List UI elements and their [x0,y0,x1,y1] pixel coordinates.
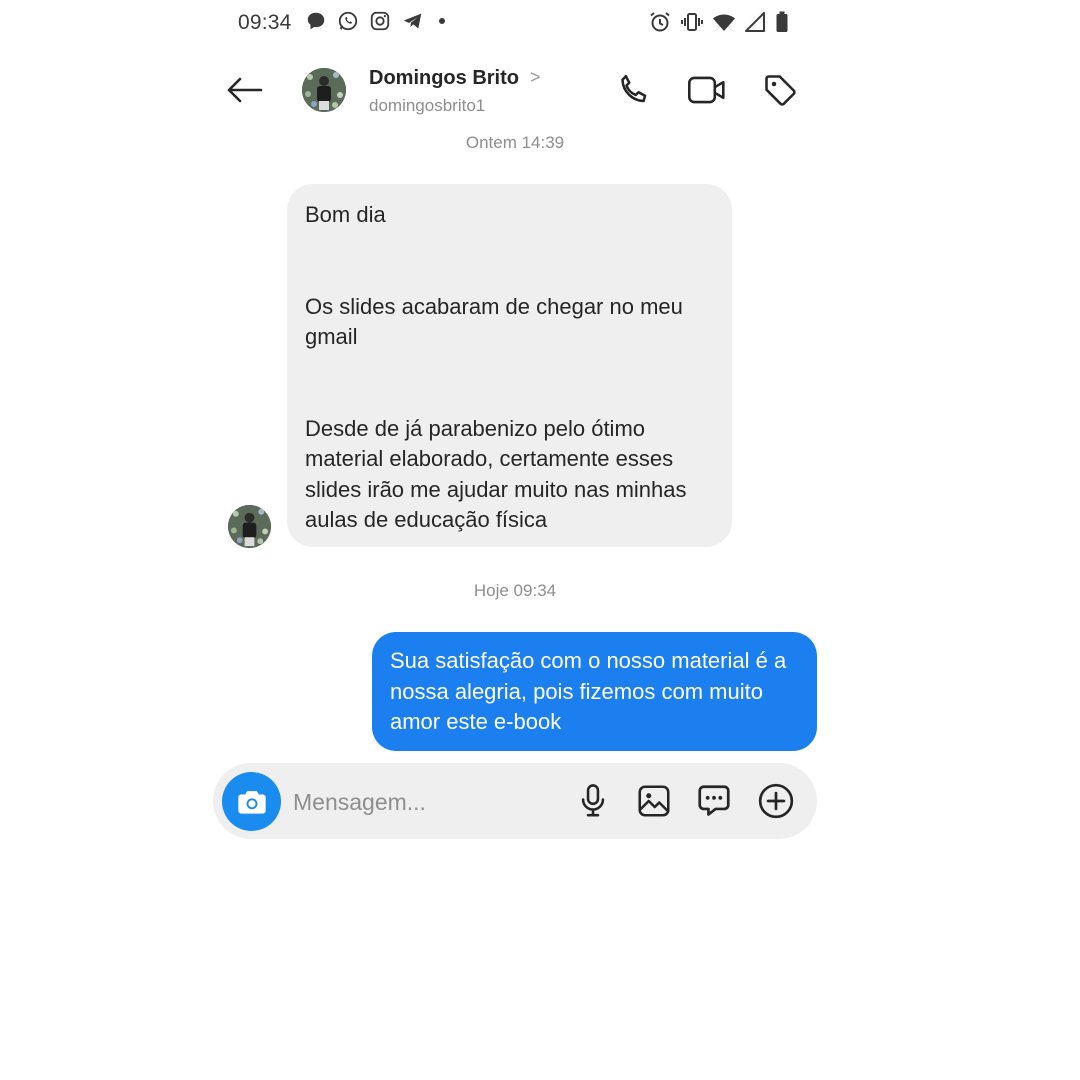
more-options-button[interactable] [754,779,798,823]
battery-icon [774,10,790,34]
contact-username: domingosbrito1 [369,96,486,115]
video-call-button[interactable] [683,66,731,114]
video-camera-icon [688,76,725,104]
signal-icon [744,10,766,34]
gallery-icon [638,785,670,817]
phone-icon [621,74,647,103]
avatar-image [302,68,346,112]
contact-name[interactable]: Domingos Brito [369,67,519,90]
status-notification-icons [305,10,449,32]
instagram-icon [369,10,391,32]
sent-message-bubble[interactable]: Sua satisfação com o nosso material é a … [372,632,817,751]
camera-button[interactable] [222,772,281,831]
timestamp-yesterday: Ontem 14:39 [465,133,565,152]
alarm-icon [648,10,672,34]
timestamp-today: Hoje 09:34 [473,581,557,600]
sticker-button[interactable] [692,779,736,823]
message-text: Os slides acabaram de chegar no meu gmai… [305,293,683,350]
received-message-bubble[interactable]: Bom dia Os slides acabaram de chegar no … [287,184,732,547]
arrow-left-icon [227,77,263,103]
status-system-icons [648,10,790,34]
camera-icon [237,790,266,814]
wifi-icon [712,10,736,34]
dot-icon [435,10,449,32]
gallery-button[interactable] [632,779,676,823]
telegram-icon [401,10,425,32]
status-time: 09:34 [238,11,292,34]
message-text: Desde de já parabenizo pelo ótimo materi… [305,415,687,533]
avatar-image [228,505,271,548]
chevron-right-icon[interactable]: > [530,67,541,88]
audio-call-button[interactable] [609,66,657,114]
microphone-icon [581,784,605,817]
chat-bubble-icon [305,10,327,32]
sticker-icon [698,785,730,816]
message-input[interactable] [293,783,553,821]
label-button[interactable] [756,66,804,114]
plus-icon [758,783,794,819]
sender-avatar[interactable] [228,505,271,548]
message-text: Sua satisfação com o nosso material é a … [390,648,787,734]
tag-icon [765,75,796,106]
back-button[interactable] [222,70,266,110]
voice-message-button[interactable] [571,779,615,823]
vibrate-icon [680,10,704,34]
contact-avatar[interactable] [302,68,346,112]
message-text: Bom dia [305,202,386,227]
whatsapp-icon [337,10,359,32]
